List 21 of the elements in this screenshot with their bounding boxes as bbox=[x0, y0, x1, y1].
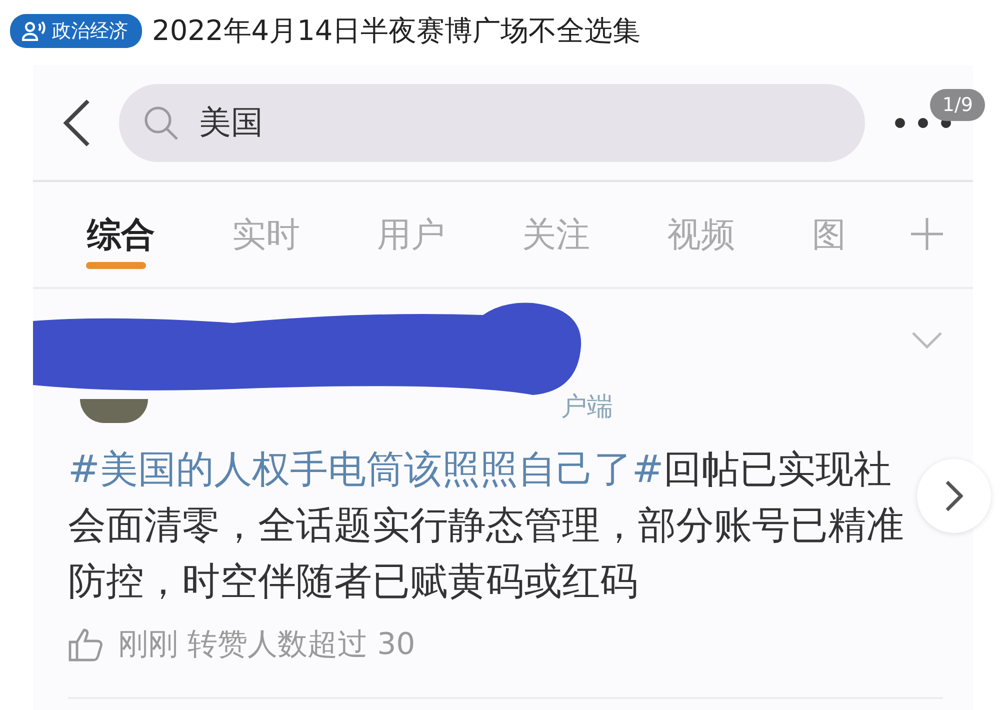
post-footer: 刚刚 转赞人数超过 30 bbox=[118, 624, 416, 665]
article-title: 2022年4月14日半夜赛博广场不全选集 bbox=[152, 13, 641, 49]
search-tab[interactable]: 视频 bbox=[661, 200, 806, 270]
search-tab[interactable]: 综合 bbox=[81, 200, 226, 270]
search-tab[interactable]: 实时 bbox=[226, 200, 371, 270]
search-tab[interactable]: 用户 bbox=[371, 200, 516, 270]
user-voice-icon bbox=[22, 21, 46, 41]
hashtag-link[interactable]: #美国的人权手电筒该照照自己了# bbox=[68, 447, 664, 491]
search-field[interactable]: 美国 bbox=[119, 84, 865, 162]
search-tab[interactable]: 关注 bbox=[516, 200, 661, 270]
post-meta: 户端 bbox=[561, 391, 613, 424]
category-badge[interactable]: 政治经济 bbox=[10, 14, 142, 48]
more-icon[interactable] bbox=[893, 116, 953, 130]
post-text: #美国的人权手电筒该照照自己了#回帖已实现社会面清零，全话题实行静态管理，部分账号已精准防控，时空伴随者已赋黄码或红码 bbox=[68, 446, 905, 605]
thumbs-up-icon[interactable] bbox=[68, 628, 104, 662]
search-icon bbox=[143, 104, 179, 140]
image-counter: 1/9 bbox=[930, 89, 985, 121]
search-tab[interactable]: 图 bbox=[806, 200, 951, 270]
chevron-right-icon bbox=[945, 480, 963, 512]
back-icon[interactable] bbox=[63, 98, 91, 146]
avatar[interactable] bbox=[80, 399, 148, 423]
